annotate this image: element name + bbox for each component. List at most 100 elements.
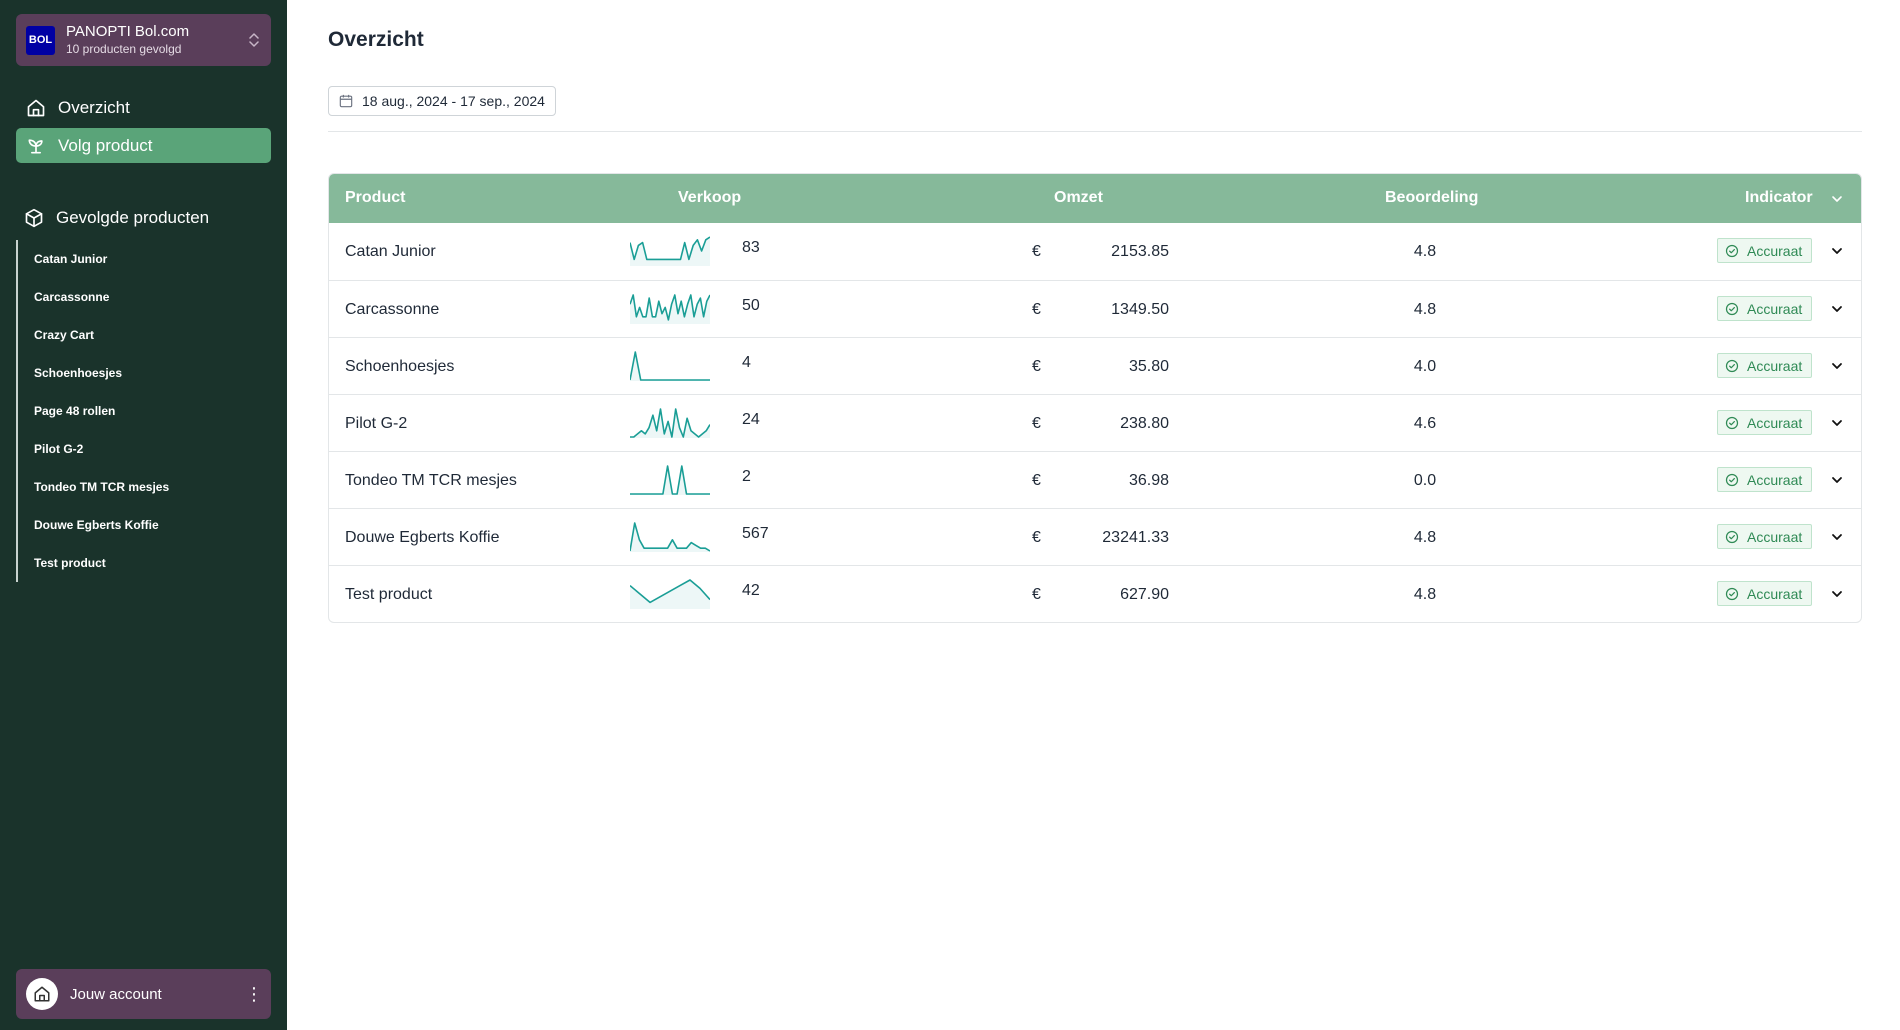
rating-value: 4.6 [1413, 415, 1437, 432]
check-circle-icon [1725, 416, 1739, 429]
tracked-section-label: Gevolgde producten [56, 208, 210, 227]
tracked-item[interactable]: Test product [34, 544, 266, 582]
currency-symbol: € [1032, 301, 1041, 318]
home-icon [34, 986, 50, 1002]
currency-symbol: € [1032, 243, 1041, 260]
tracked-section-title: Gevolgde producten [24, 208, 209, 228]
check-circle-icon [1725, 473, 1739, 486]
chevron-down-icon[interactable] [1829, 472, 1845, 488]
omzet-value: 23241.33 [1102, 529, 1169, 546]
omzet-value: 2153.85 [1111, 243, 1169, 260]
nav-overzicht-label: Overzicht [58, 97, 130, 117]
indicator-label: Accuraat [1747, 357, 1803, 374]
product-name: Test product [345, 586, 433, 603]
store-text: PANOPTI Bol.com 10 producten gevolgd [66, 23, 247, 57]
header-indicator[interactable]: Indicator [1745, 189, 1813, 207]
nav-volg-product[interactable]: Volg product [16, 128, 271, 163]
indicator-badge: Accuraat [1717, 353, 1813, 378]
sales-sparkline [630, 407, 710, 438]
store-name: PANOPTI Bol.com [66, 23, 190, 40]
currency-symbol: € [1032, 358, 1041, 375]
nav-overzicht[interactable]: Overzicht [16, 90, 271, 125]
page-title: Overzicht [328, 28, 424, 51]
tracked-item[interactable]: Carcassonne [34, 278, 266, 316]
table-row[interactable]: Catan Junior 83 € 2153.85 4.8 Accuraat [329, 223, 1861, 280]
sales-sparkline [630, 521, 710, 552]
tracked-item[interactable]: Pilot G-2 [34, 430, 266, 468]
chevron-down-icon[interactable] [1829, 301, 1845, 317]
table-header: Product Verkoop Omzet Beoordeling Indica… [329, 174, 1861, 223]
indicator-label: Accuraat [1747, 414, 1803, 431]
indicator-badge: Accuraat [1717, 467, 1813, 492]
sales-sparkline [630, 464, 710, 495]
sales-count: 24 [742, 411, 760, 428]
header-omzet[interactable]: Omzet [1054, 189, 1103, 207]
tracked-item[interactable]: Catan Junior [34, 240, 266, 278]
check-circle-icon [1725, 587, 1739, 600]
sparkline-area [630, 580, 710, 609]
tracked-item[interactable]: Tondeo TM TCR mesjes [34, 468, 266, 506]
sales-count: 42 [742, 582, 760, 599]
indicator-label: Accuraat [1747, 242, 1803, 259]
avatar [26, 978, 58, 1010]
currency-symbol: € [1032, 529, 1041, 546]
rating-value: 4.8 [1413, 243, 1437, 260]
table-row[interactable]: Carcassonne 50 € 1349.50 4.8 Accuraat [329, 280, 1861, 337]
product-name: Tondeo TM TCR mesjes [345, 472, 517, 489]
date-range-label: 18 aug., 2024 - 17 sep., 2024 [362, 93, 545, 109]
chevron-down-icon[interactable] [1829, 415, 1845, 431]
store-switcher[interactable]: BOL PANOPTI Bol.com 10 producten gevolgd [16, 14, 271, 66]
table-row[interactable]: Schoenhoesjes 4 € 35.80 4.0 Accuraat [329, 337, 1861, 394]
table-row[interactable]: Test product 42 € 627.90 4.8 Accuraat [329, 565, 1861, 622]
currency-symbol: € [1032, 415, 1041, 432]
product-name: Schoenhoesjes [345, 358, 455, 375]
kebab-icon[interactable]: ⋮ [245, 984, 263, 1005]
omzet-value: 36.98 [1128, 472, 1169, 489]
chevron-down-icon[interactable] [1829, 243, 1845, 259]
sales-sparkline [630, 293, 710, 324]
store-subtitle: 10 producten gevolgd [66, 42, 182, 56]
product-name: Douwe Egberts Koffie [345, 529, 500, 546]
omzet-value: 627.90 [1120, 586, 1169, 603]
omzet-value: 1349.50 [1111, 301, 1169, 318]
table-row[interactable]: Pilot G-2 24 € 238.80 4.6 Accuraat [329, 394, 1861, 451]
header-beoordeling[interactable]: Beoordeling [1385, 189, 1478, 207]
omzet-value: 35.80 [1128, 358, 1169, 375]
divider [328, 131, 1862, 132]
product-name: Carcassonne [345, 301, 440, 318]
indicator-badge: Accuraat [1717, 410, 1813, 435]
tracked-item[interactable]: Douwe Egberts Koffie [34, 506, 266, 544]
sales-sparkline [630, 350, 710, 381]
sparkline-line [630, 352, 710, 380]
chevron-down-icon[interactable] [1829, 586, 1845, 602]
chevron-down-icon[interactable] [1829, 358, 1845, 374]
product-name: Pilot G-2 [345, 415, 408, 432]
table-row[interactable]: Tondeo TM TCR mesjes 2 € 36.98 0.0 Accur… [329, 451, 1861, 508]
product-name: Catan Junior [345, 243, 436, 260]
account-label: Jouw account [70, 985, 162, 1003]
header-verkoop[interactable]: Verkoop [678, 189, 741, 207]
sparkline-area [630, 352, 710, 381]
date-range-picker[interactable]: 18 aug., 2024 - 17 sep., 2024 [328, 86, 556, 116]
check-circle-icon [1725, 359, 1739, 372]
tracked-item[interactable]: Crazy Cart [34, 316, 266, 354]
package-icon [25, 208, 43, 228]
tracked-item[interactable]: Schoenhoesjes [34, 354, 266, 392]
chevron-up-down-icon [249, 33, 259, 47]
sales-count: 567 [742, 525, 769, 542]
indicator-label: Accuraat [1747, 528, 1803, 545]
chevron-down-icon[interactable] [1829, 191, 1845, 207]
chevron-down-icon[interactable] [1829, 529, 1845, 545]
currency-symbol: € [1032, 586, 1041, 603]
bol-logo: BOL [26, 25, 55, 55]
nav-volg-label: Volg product [58, 135, 153, 155]
check-circle-icon [1725, 530, 1739, 543]
table-row[interactable]: Douwe Egberts Koffie 567 € 23241.33 4.8 … [329, 508, 1861, 565]
table-body: Catan Junior 83 € 2153.85 4.8 Accuraat C… [329, 223, 1861, 622]
header-product[interactable]: Product [345, 189, 405, 207]
indicator-badge: Accuraat [1717, 581, 1813, 606]
indicator-badge: Accuraat [1717, 238, 1813, 263]
tracked-item[interactable]: Page 48 rollen [34, 392, 266, 430]
account-menu[interactable]: Jouw account ⋮ [16, 969, 271, 1019]
sales-count: 4 [742, 354, 751, 371]
